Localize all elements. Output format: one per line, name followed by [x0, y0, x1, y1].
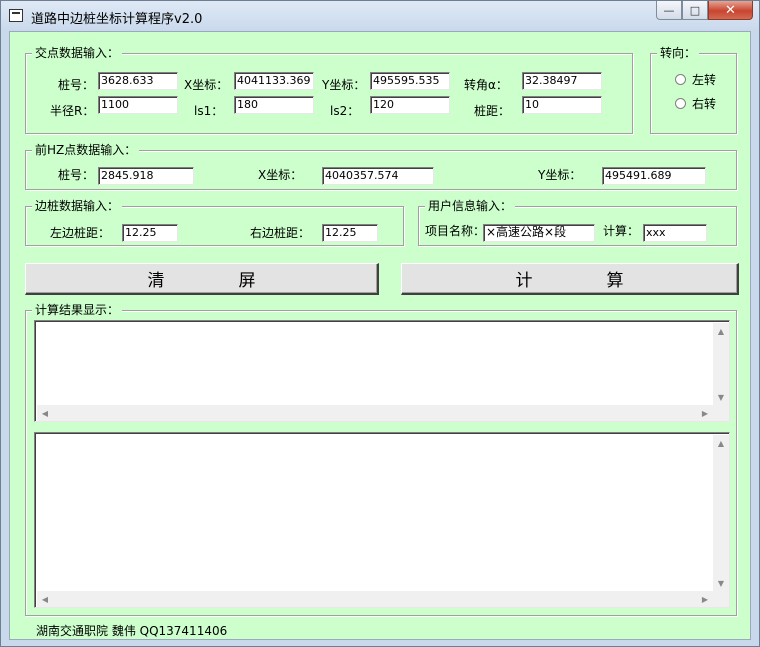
hz-y-coord-label: Y坐标： — [538, 168, 582, 182]
scroll-right-icon[interactable]: ▶ — [697, 591, 713, 607]
top-scroll-corner — [713, 405, 729, 421]
hz-y-coord-input[interactable]: 495491.689 — [602, 167, 706, 185]
app-icon[interactable] — [9, 9, 23, 22]
y-coord-input[interactable]: 495595.535 — [370, 72, 450, 90]
radius-input[interactable]: 1100 — [98, 96, 178, 114]
results-textarea-top[interactable]: ▲ ▼ ◀ ▶ — [34, 320, 730, 422]
footer-credit: 湖南交通职院 魏伟 QQ137411406 — [36, 624, 228, 638]
calculator-input[interactable]: xxx — [643, 224, 707, 242]
ls2-label: ls2： — [330, 104, 360, 118]
direction-frame-title: 转向： — [657, 46, 700, 60]
user-info-frame-title: 用户信息输入： — [425, 199, 516, 213]
user-info-frame: 用户信息输入： 项目名称： ×高速公路×段 计算： xxx — [418, 199, 737, 246]
deflection-angle-input[interactable]: 32.38497 — [522, 72, 602, 90]
scroll-up-icon[interactable]: ▲ — [713, 323, 729, 339]
project-name-input[interactable]: ×高速公路×段 — [483, 224, 595, 242]
bottom-scroll-corner — [713, 591, 729, 607]
calculator-label: 计算： — [603, 224, 640, 238]
calc-button-char-1: 计 — [515, 271, 533, 291]
left-offset-label: 左边桩距： — [50, 226, 111, 240]
client-area: 交点数据输入： 桩号： 3628.633 X坐标： 4041133.369 Y坐… — [9, 31, 751, 640]
maximize-button[interactable]: □ — [682, 1, 708, 20]
right-offset-input[interactable]: 12.25 — [322, 224, 378, 242]
left-offset-input[interactable]: 12.25 — [122, 224, 178, 242]
right-offset-label: 右边桩距： — [250, 226, 311, 240]
results-frame-title: 计算结果显示： — [32, 303, 123, 317]
radius-label: 半径R： — [50, 104, 95, 118]
x-coord-input[interactable]: 4041133.369 — [234, 72, 314, 90]
prev-hz-frame: 前HZ点数据输入： 桩号： 2845.918 X坐标： 4040357.574 … — [25, 143, 737, 190]
prev-hz-frame-title: 前HZ点数据输入： — [32, 143, 140, 157]
scroll-right-icon[interactable]: ▶ — [697, 405, 713, 421]
project-name-label: 项目名称： — [425, 224, 486, 238]
scroll-left-icon[interactable]: ◀ — [37, 405, 53, 421]
hz-station-input[interactable]: 2845.918 — [98, 167, 194, 185]
clear-button-char-1: 清 — [147, 271, 165, 291]
bottom-horizontal-scrollbar[interactable]: ◀ ▶ — [37, 591, 713, 607]
top-vertical-scrollbar[interactable]: ▲ ▼ — [713, 323, 729, 405]
scroll-left-icon[interactable]: ◀ — [37, 591, 53, 607]
left-turn-radio[interactable] — [675, 74, 686, 85]
hz-x-coord-input[interactable]: 4040357.574 — [322, 167, 434, 185]
x-coord-label: X坐标： — [184, 78, 229, 92]
app-window: 道路中边桩坐标计算程序v2.0 — □ ✕ 交点数据输入： 桩号： 3628.6… — [0, 0, 760, 647]
top-horizontal-scrollbar[interactable]: ◀ ▶ — [37, 405, 713, 421]
side-stake-frame: 边桩数据输入： 左边桩距： 12.25 右边桩距： 12.25 — [25, 199, 404, 246]
deflection-angle-label: 转角α： — [464, 78, 508, 92]
y-coord-label: Y坐标： — [322, 78, 366, 92]
window-title: 道路中边桩坐标计算程序v2.0 — [31, 12, 203, 27]
bottom-vertical-scrollbar[interactable]: ▲ ▼ — [713, 435, 729, 591]
scroll-down-icon[interactable]: ▼ — [713, 575, 729, 591]
side-stake-frame-title: 边桩数据输入： — [32, 199, 123, 213]
right-turn-radio[interactable] — [675, 98, 686, 109]
intersection-frame-title: 交点数据输入： — [32, 46, 123, 60]
results-textarea-bottom[interactable]: ▲ ▼ ◀ ▶ — [34, 432, 730, 608]
ls1-label: ls1： — [194, 104, 224, 118]
left-turn-label[interactable]: 左转 — [692, 73, 716, 87]
calc-button-char-2: 算 — [606, 271, 624, 291]
ls2-input[interactable]: 120 — [370, 96, 450, 114]
stake-spacing-label: 桩距： — [474, 104, 511, 118]
intersection-frame: 交点数据输入： 桩号： 3628.633 X坐标： 4041133.369 Y坐… — [25, 46, 633, 134]
direction-frame: 转向： 左转 右转 — [650, 46, 737, 134]
station-input[interactable]: 3628.633 — [98, 72, 178, 90]
clear-button-char-2: 屏 — [238, 271, 256, 291]
station-label: 桩号： — [58, 78, 95, 92]
hz-station-label: 桩号： — [58, 168, 95, 182]
clear-screen-button[interactable]: 清 屏 — [25, 263, 379, 295]
minimize-button[interactable]: — — [656, 1, 682, 20]
scroll-down-icon[interactable]: ▼ — [713, 389, 729, 405]
stake-spacing-input[interactable]: 10 — [522, 96, 602, 114]
scroll-up-icon[interactable]: ▲ — [713, 435, 729, 451]
ls1-input[interactable]: 180 — [234, 96, 314, 114]
right-turn-label[interactable]: 右转 — [692, 97, 716, 111]
hz-x-coord-label: X坐标： — [258, 168, 303, 182]
window-controls: — □ ✕ — [656, 1, 753, 21]
title-bar[interactable]: 道路中边桩坐标计算程序v2.0 — □ ✕ — [1, 1, 759, 31]
calculate-button[interactable]: 计 算 — [401, 263, 739, 295]
results-frame: 计算结果显示： ▲ ▼ ◀ ▶ ▲ ▼ ◀ ▶ — [25, 303, 737, 616]
close-button[interactable]: ✕ — [708, 1, 753, 20]
